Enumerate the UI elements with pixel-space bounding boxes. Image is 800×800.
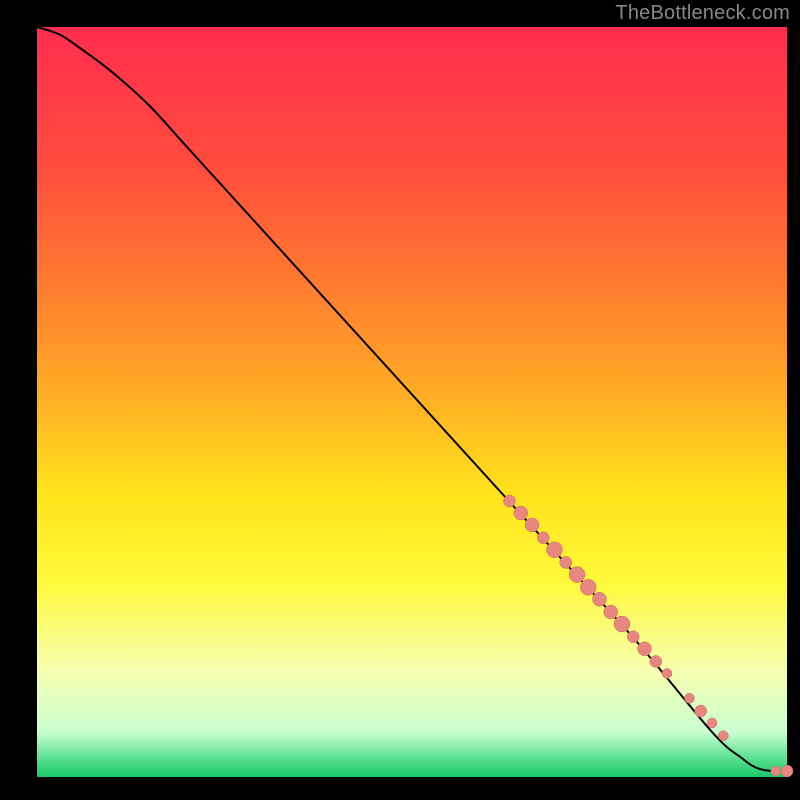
data-marker [560, 557, 572, 569]
plot-background [37, 27, 787, 777]
data-marker [638, 642, 652, 656]
data-marker [514, 506, 528, 520]
data-marker [627, 631, 639, 643]
chart-svg [0, 0, 800, 800]
data-marker [604, 605, 618, 619]
data-marker [580, 579, 596, 595]
data-marker [537, 532, 549, 544]
data-marker [569, 567, 585, 583]
data-marker [650, 656, 662, 668]
chart-stage: TheBottleneck.com [0, 0, 800, 800]
data-marker [525, 518, 539, 532]
data-marker [707, 718, 717, 728]
data-marker [781, 765, 793, 777]
data-marker [695, 705, 707, 717]
data-marker [504, 495, 516, 507]
data-marker [718, 731, 728, 741]
data-marker [593, 592, 607, 606]
data-marker [547, 542, 563, 558]
data-marker [771, 766, 781, 776]
data-marker [614, 616, 630, 632]
data-marker [685, 693, 695, 703]
data-marker [662, 669, 672, 679]
